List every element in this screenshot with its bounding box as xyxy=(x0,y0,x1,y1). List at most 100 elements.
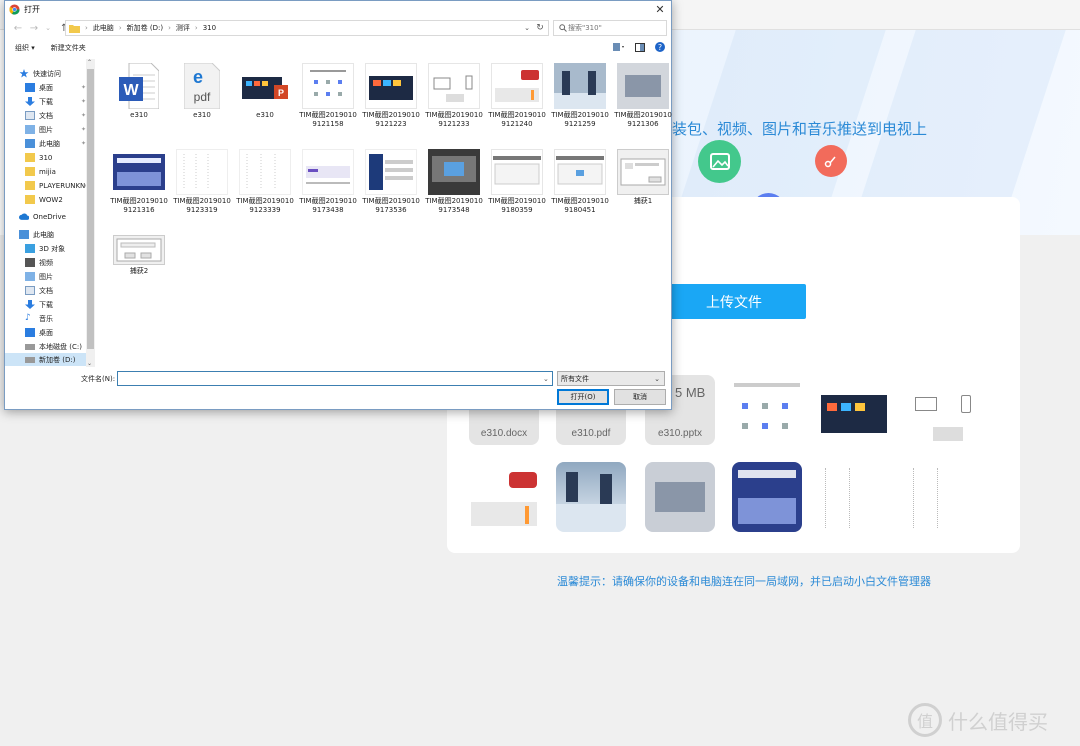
file-item-capture[interactable]: 捕获1 xyxy=(613,149,673,206)
nav-onedrive[interactable]: OneDrive xyxy=(19,210,66,223)
document-icon xyxy=(25,111,35,120)
nav-this-pc[interactable]: 此电脑 xyxy=(19,228,54,241)
address-bar[interactable]: › 此电脑 › 新加卷 (D:) › 测评 › 310 ⌄ ↻ xyxy=(65,20,549,36)
nav-item-drive-c[interactable]: 本地磁盘 (C:) xyxy=(25,340,82,353)
dialog-titlebar[interactable]: 打开 ✕ xyxy=(5,1,671,18)
download-icon xyxy=(25,300,35,309)
file-item-screenshot[interactable]: TIM截图20190109123339 xyxy=(235,149,295,215)
file-item-screenshot[interactable]: TIM截图20190109121233 xyxy=(424,63,484,129)
recent-chevron-icon[interactable]: ⌄ xyxy=(41,21,55,35)
file-item-screenshot[interactable]: TIM截图20190109173536 xyxy=(361,149,421,215)
image-tile[interactable] xyxy=(732,462,802,532)
nav-item-documents[interactable]: 文档 xyxy=(25,284,53,297)
filename-dropdown-icon[interactable]: ⌄ xyxy=(543,375,549,383)
filetype-select[interactable]: 所有文件 ⌄ xyxy=(557,371,665,386)
folder-icon xyxy=(25,181,35,190)
file-item-word[interactable]: W e310 xyxy=(109,63,169,120)
organize-button[interactable]: 组织 ▾ xyxy=(15,43,35,53)
svg-text:P: P xyxy=(278,88,284,98)
nav-item-drive-d[interactable]: 新加卷 (D:) xyxy=(5,353,86,366)
navigation-pane: 快速访问 桌面✦ 下载✦ 文档✦ 图片✦ 此电脑✦ 310 mijia xyxy=(5,59,95,367)
file-item-screenshot[interactable]: TIM截图20190109121158 xyxy=(298,63,358,129)
image-tile[interactable] xyxy=(469,462,539,532)
image-tile[interactable] xyxy=(907,462,977,532)
view-mode-icon[interactable] xyxy=(613,43,625,51)
nav-item-folder[interactable]: WOW2 xyxy=(25,193,63,206)
nav-item-documents[interactable]: 文档 ✦ xyxy=(25,109,86,122)
image-thumbnail xyxy=(113,149,165,195)
image-tile[interactable] xyxy=(732,375,802,445)
desktop-icon xyxy=(25,83,35,92)
image-tile[interactable] xyxy=(819,462,889,532)
nav-item-desktop[interactable]: 桌面 ✦ xyxy=(25,81,86,94)
nav-item-pictures[interactable]: 图片 ✦ xyxy=(25,123,86,136)
file-item-screenshot[interactable]: TIM截图20190109121306 xyxy=(613,63,673,129)
file-item-screenshot[interactable]: TIM截图20190109121316 xyxy=(109,149,169,215)
forward-arrow-icon[interactable]: → xyxy=(27,21,41,35)
nav-item-3d[interactable]: 3D 对象 xyxy=(25,242,65,255)
new-folder-button[interactable]: 新建文件夹 xyxy=(51,43,86,53)
scroll-down-icon[interactable]: ⌄ xyxy=(87,360,92,367)
upload-button[interactable]: 上传文件 xyxy=(662,284,806,319)
file-item-capture[interactable]: 捕获2 xyxy=(109,235,169,276)
nav-scrollbar[interactable]: ⌃ ⌄ xyxy=(86,59,95,367)
image-thumbnail xyxy=(239,149,291,195)
dialog-toolbar: 组织 ▾ 新建文件夹 ? xyxy=(5,38,671,58)
search-input[interactable] xyxy=(568,24,664,32)
open-button[interactable]: 打开(O) xyxy=(557,389,609,405)
image-thumbnail xyxy=(491,149,543,195)
preview-pane-icon[interactable] xyxy=(635,42,645,52)
cloud-icon xyxy=(19,213,29,220)
breadcrumb-item[interactable]: 此电脑 xyxy=(93,23,114,33)
file-item-screenshot[interactable]: TIM截图20190109173548 xyxy=(424,149,484,215)
nav-item-folder[interactable]: PLAYERUNKNOWN xyxy=(25,179,95,192)
nav-quick-access[interactable]: 快速访问 xyxy=(19,67,61,80)
word-document-icon: W xyxy=(113,63,165,109)
svg-text:W: W xyxy=(123,82,139,99)
nav-item-desktop[interactable]: 桌面 xyxy=(25,326,53,339)
computer-icon xyxy=(25,139,35,148)
file-item-screenshot[interactable]: TIM截图20190109180451 xyxy=(550,149,610,215)
search-box[interactable] xyxy=(553,20,667,36)
nav-item-downloads[interactable]: 下载 ✦ xyxy=(25,95,86,108)
drive-icon xyxy=(25,343,35,350)
breadcrumb-item[interactable]: 测评 xyxy=(176,23,190,33)
download-icon xyxy=(25,97,35,106)
image-thumbnail xyxy=(302,63,354,109)
back-arrow-icon[interactable]: ← xyxy=(11,21,25,35)
refresh-icon[interactable]: ↻ xyxy=(534,22,546,34)
nav-item-folder[interactable]: 310 xyxy=(25,151,52,164)
cancel-button[interactable]: 取消 xyxy=(614,389,666,405)
close-button[interactable]: ✕ xyxy=(653,2,667,16)
pictures-icon xyxy=(25,125,35,134)
file-item-screenshot[interactable]: TIM截图20190109121240 xyxy=(487,63,547,129)
watermark-logo: 值 什么值得买 xyxy=(908,703,1048,737)
file-item-ppt[interactable]: P e310 xyxy=(235,63,295,120)
nav-item-downloads[interactable]: 下载 xyxy=(25,298,53,311)
file-item-screenshot[interactable]: TIM截图20190109121259 xyxy=(550,63,610,129)
nav-item-folder[interactable]: mijia xyxy=(25,165,56,178)
file-item-screenshot[interactable]: TIM截图20190109180359 xyxy=(487,149,547,215)
scroll-thumb[interactable] xyxy=(87,69,94,349)
file-item-screenshot[interactable]: TIM截图20190109173438 xyxy=(298,149,358,215)
image-icon xyxy=(698,140,741,183)
pdf-document-icon: e pdf xyxy=(176,63,228,109)
image-tile[interactable] xyxy=(907,375,977,445)
file-item-pdf[interactable]: e pdf e310 xyxy=(172,63,232,120)
nav-item-music[interactable]: ♪ 音乐 xyxy=(25,312,53,325)
file-item-screenshot[interactable]: TIM截图20190109121223 xyxy=(361,63,421,129)
breadcrumb-item[interactable]: 新加卷 (D:) xyxy=(127,23,163,33)
address-dropdown-icon[interactable]: ⌄ xyxy=(524,24,530,32)
image-tile[interactable] xyxy=(645,462,715,532)
nav-item-pictures[interactable]: 图片 xyxy=(25,270,53,283)
help-icon[interactable]: ? xyxy=(655,42,665,52)
file-item-screenshot[interactable]: TIM截图20190109123319 xyxy=(172,149,232,215)
filename-input[interactable] xyxy=(117,371,553,386)
scroll-up-icon[interactable]: ⌃ xyxy=(87,59,92,66)
nav-item-this-pc[interactable]: 此电脑 ✦ xyxy=(25,137,86,150)
breadcrumb-item[interactable]: 310 xyxy=(203,24,216,32)
image-tile[interactable] xyxy=(556,462,626,532)
nav-item-videos[interactable]: 视频 xyxy=(25,256,53,269)
document-icon xyxy=(25,286,35,295)
image-tile[interactable] xyxy=(819,375,889,445)
